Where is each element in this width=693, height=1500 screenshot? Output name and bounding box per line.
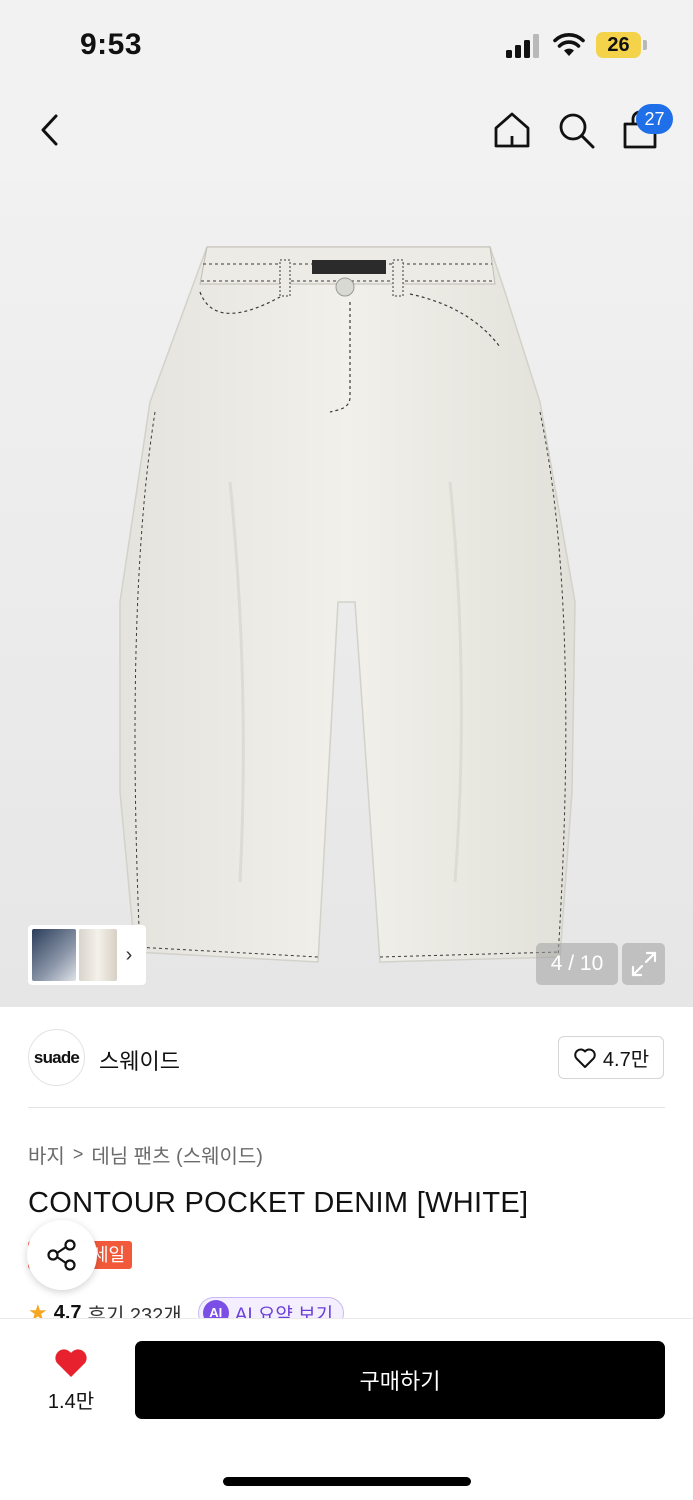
search-button[interactable] [554, 108, 598, 152]
heart-outline-icon [574, 1048, 596, 1068]
back-button[interactable] [28, 108, 72, 152]
share-icon [47, 1239, 76, 1271]
thumbnail-image[interactable] [79, 929, 117, 981]
brand-like-button[interactable]: 4.7만 [558, 1036, 664, 1079]
buy-button[interactable]: 구매하기 [135, 1341, 665, 1419]
battery-indicator: 26 [596, 32, 648, 58]
product-image-gallery[interactable]: › 4 / 10 [0, 182, 693, 1007]
expand-image-button[interactable] [622, 943, 665, 985]
product-title: CONTOUR POCKET DENIM [WHITE] [28, 1187, 529, 1219]
image-counter: 4 / 10 [536, 943, 618, 985]
breadcrumb-subcategory[interactable]: 데님 팬츠 (스웨이드) [91, 1140, 263, 1169]
expand-icon [631, 951, 656, 977]
chevron-right-icon[interactable]: › [120, 944, 138, 967]
battery-cap [643, 40, 647, 50]
heart-filled-icon [55, 1349, 87, 1377]
breadcrumb: 바지 > 데님 팬츠 (스웨이드) [28, 1140, 263, 1169]
search-icon [559, 113, 595, 149]
cellular-signal-icon [506, 34, 539, 58]
thumbnail-strip[interactable]: › [28, 925, 146, 985]
home-button[interactable] [490, 108, 534, 152]
breadcrumb-separator: > [72, 1144, 84, 1164]
top-nav-bar [0, 92, 693, 182]
brand-row: suade 스웨이드 4.7만 [0, 1008, 693, 1108]
battery-level: 26 [607, 34, 630, 56]
chevron-left-icon [41, 114, 58, 146]
share-button[interactable] [27, 1220, 97, 1290]
product-photo [119, 246, 576, 963]
like-button[interactable]: 1.4만 [30, 1347, 112, 1417]
like-count: 1.4만 [47, 1391, 95, 1413]
wifi-icon [553, 33, 585, 56]
breadcrumb-category[interactable]: 바지 [28, 1140, 65, 1169]
brand-logo[interactable]: suade [28, 1029, 85, 1086]
bottom-action-bar: 1.4만 구매하기 [0, 1318, 693, 1500]
home-indicator [223, 1477, 471, 1486]
cart-count-badge: 27 [636, 104, 673, 134]
status-time: 9:53 [80, 28, 143, 61]
brand-name[interactable]: 스웨이드 [99, 1044, 180, 1076]
status-bar: 9:53 26 [0, 0, 693, 92]
thumbnail-image[interactable] [32, 929, 76, 981]
divider [28, 1107, 665, 1108]
home-icon [494, 112, 530, 148]
brand-like-count: 4.7만 [602, 1049, 650, 1071]
